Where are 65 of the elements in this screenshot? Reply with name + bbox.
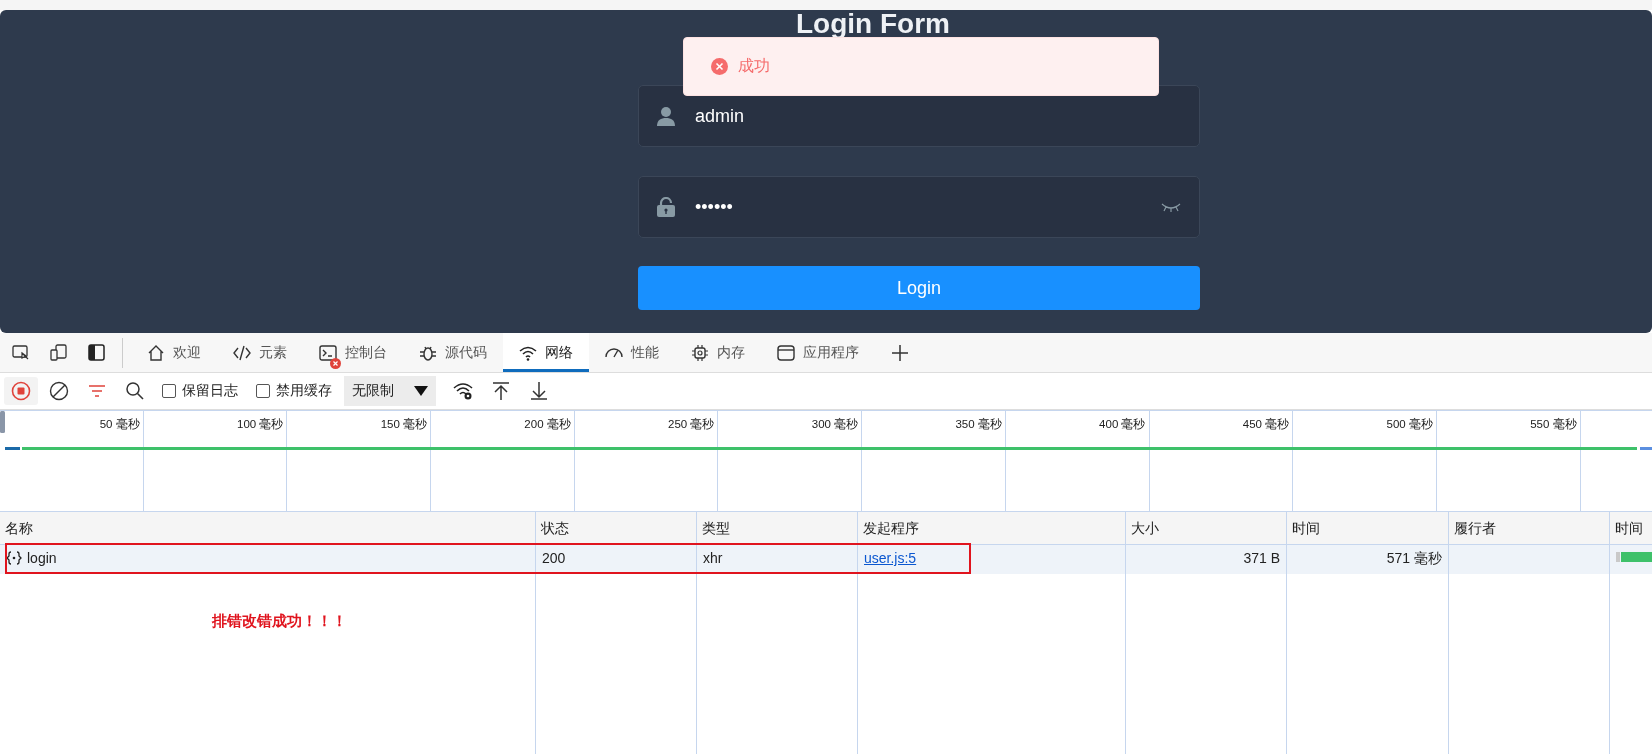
table-cell: 571 毫秒 bbox=[1386, 550, 1442, 568]
error-icon bbox=[711, 58, 728, 75]
request-name: login bbox=[27, 550, 57, 566]
window-icon bbox=[777, 343, 795, 362]
record-button[interactable] bbox=[4, 377, 38, 405]
upload-icon bbox=[491, 381, 511, 401]
table-cell: 200 bbox=[542, 550, 566, 566]
home-icon bbox=[147, 343, 165, 362]
column-header[interactable]: 时间 bbox=[1610, 512, 1652, 545]
devtools-tab[interactable]: 源代码 bbox=[403, 333, 503, 372]
clear-icon bbox=[49, 381, 69, 401]
table-cell: xhr bbox=[703, 550, 723, 566]
code-icon bbox=[233, 343, 251, 362]
time-tick-label: 100 毫秒 bbox=[237, 418, 284, 430]
error-badge-icon bbox=[330, 358, 341, 369]
form-title: Login Form bbox=[795, 10, 951, 38]
devtools-tab[interactable]: 网络 bbox=[503, 333, 589, 372]
column-header[interactable]: 大小 bbox=[1126, 512, 1287, 545]
devtools-tab[interactable]: 内存 bbox=[675, 333, 761, 372]
checkbox[interactable]: 禁用缓存 bbox=[256, 382, 332, 400]
password-field[interactable]: •••••• bbox=[638, 176, 1200, 238]
user-icon bbox=[657, 106, 675, 126]
column-header[interactable]: 时间 bbox=[1287, 512, 1449, 545]
devtools-tab[interactable]: 元素 bbox=[217, 333, 303, 372]
time-tick-label: 550 毫秒 bbox=[1530, 418, 1577, 430]
devtools-tab[interactable]: 应用程序 bbox=[761, 333, 875, 372]
search-icon bbox=[125, 381, 145, 401]
plus-icon bbox=[891, 343, 909, 362]
column-header[interactable]: 状态 bbox=[536, 512, 697, 545]
braces-icon bbox=[6, 550, 22, 566]
caret-icon bbox=[414, 386, 428, 396]
toast-text: 成功 bbox=[738, 56, 770, 76]
time-tick-label: 500 毫秒 bbox=[1386, 418, 1433, 430]
column-header[interactable]: 类型 bbox=[697, 512, 858, 545]
time-tick-label: 350 毫秒 bbox=[955, 418, 1002, 430]
column-header[interactable]: 履行者 bbox=[1449, 512, 1610, 545]
time-tick-label: 200 毫秒 bbox=[524, 418, 571, 430]
annotation-text: 排错改错成功！！！ bbox=[212, 612, 347, 631]
waterfall-bar bbox=[1616, 550, 1652, 564]
devtools-tab[interactable]: 性能 bbox=[589, 333, 675, 372]
devtools-tab[interactable]: 欢迎 bbox=[131, 333, 217, 372]
closed-eye-icon bbox=[1161, 202, 1181, 212]
device-icon bbox=[49, 344, 67, 361]
sidebar-icon bbox=[87, 344, 105, 361]
time-tick-label: 50 毫秒 bbox=[99, 418, 140, 430]
range-handle[interactable] bbox=[0, 411, 5, 433]
initiator-link[interactable]: user.js:5 bbox=[864, 550, 917, 566]
column-header[interactable]: 发起程序 bbox=[858, 512, 1126, 545]
throttling-select[interactable]: 无限制 bbox=[344, 376, 436, 406]
checkbox[interactable]: 保留日志 bbox=[162, 382, 238, 400]
column-header[interactable]: 名称 bbox=[0, 512, 536, 545]
time-tick-label: 450 毫秒 bbox=[1242, 418, 1290, 430]
time-tick-label: 150 毫秒 bbox=[380, 418, 428, 430]
time-tick-label: 400 毫秒 bbox=[1099, 418, 1146, 430]
devtools-tab[interactable]: 控制台 bbox=[303, 333, 403, 372]
inspect-icon bbox=[11, 344, 29, 361]
time-tick-label: 250 毫秒 bbox=[668, 418, 715, 430]
chip-icon bbox=[691, 343, 709, 362]
table-cell: 371 B bbox=[1243, 550, 1280, 566]
download-icon bbox=[529, 381, 549, 401]
lock-icon bbox=[657, 197, 675, 217]
terminal-icon bbox=[319, 343, 337, 362]
wifi-gear-icon bbox=[453, 381, 473, 401]
record-icon bbox=[11, 381, 31, 401]
time-tick-label: 300 毫秒 bbox=[811, 418, 859, 430]
